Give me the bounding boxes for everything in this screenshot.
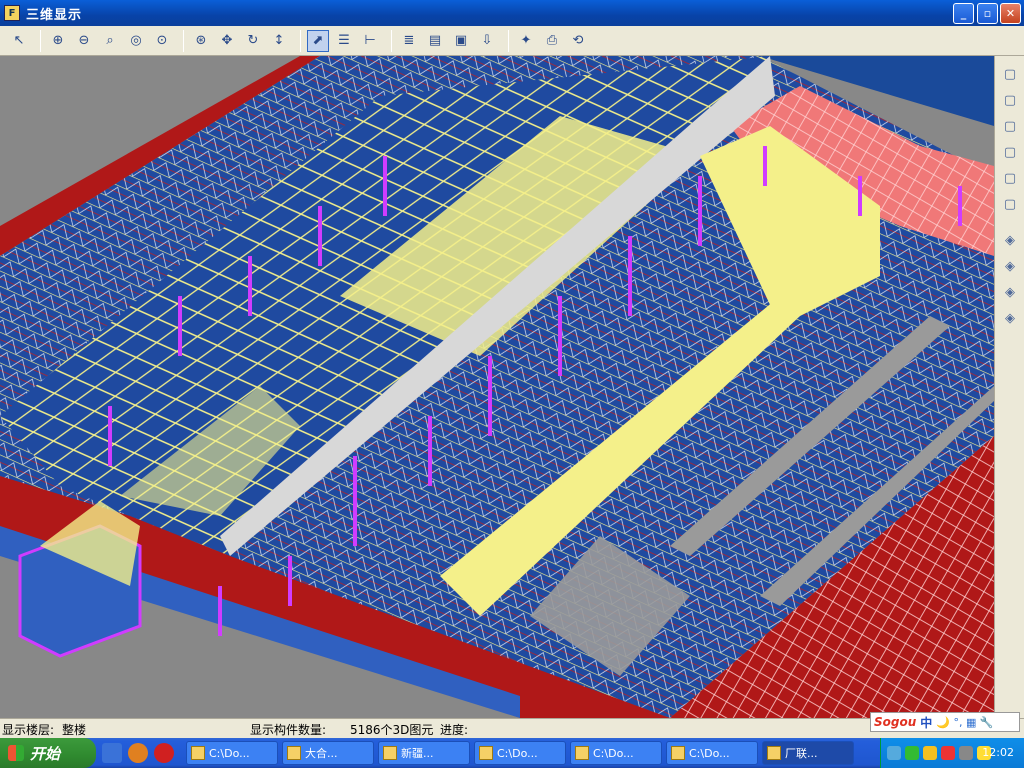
properties-icon[interactable]: ▤	[424, 30, 446, 52]
layers-icon[interactable]: ☰	[333, 30, 355, 52]
zoom-out-icon[interactable]: ⊖	[73, 30, 95, 52]
zoom-extents-icon[interactable]: ⊛	[190, 30, 212, 52]
taskbar-task[interactable]: 厂联...	[762, 741, 854, 765]
app-icon: F	[4, 5, 20, 21]
3d-viewport[interactable]	[0, 56, 994, 718]
view-right-icon[interactable]: ▢	[1000, 142, 1020, 162]
orbit-icon[interactable]: ⬈	[307, 29, 329, 52]
view-top-icon[interactable]: ▢	[1000, 64, 1020, 84]
vertical-move-icon[interactable]: ↕	[268, 30, 290, 52]
iso-nw-icon[interactable]: ◈	[1000, 308, 1020, 328]
component-count-value: 5186个3D图元	[350, 723, 434, 737]
minimize-button[interactable]: _	[953, 3, 974, 24]
tray-volume-icon[interactable]	[959, 746, 973, 760]
disabled-tool-icon[interactable]: ✦	[515, 30, 537, 52]
zoom-window-icon[interactable]: ⌕	[99, 30, 121, 52]
refresh-icon[interactable]: ⟲	[567, 30, 589, 52]
rotate-icon[interactable]: ↻	[242, 30, 264, 52]
toolbar-separator	[300, 29, 301, 52]
task-label: C:\Do...	[689, 746, 730, 760]
view-back-icon[interactable]: ▢	[1000, 168, 1020, 188]
taskbar-task[interactable]: 大合...	[282, 741, 374, 765]
taskbar-task[interactable]: C:\Do...	[474, 741, 566, 765]
task-app-icon	[575, 746, 589, 760]
view-toolbar: ▢ ▢ ▢ ▢ ▢ ▢ ◈ ◈ ◈ ◈	[994, 56, 1024, 718]
print-preview-icon[interactable]: ⎙	[541, 30, 563, 52]
zoom-previous-icon[interactable]: ◎	[125, 30, 147, 52]
display-settings-icon[interactable]: ▣	[450, 30, 472, 52]
task-label: 新疆...	[401, 747, 434, 760]
task-label: C:\Do...	[497, 746, 538, 760]
iso-se-icon[interactable]: ◈	[1000, 256, 1020, 276]
3d-model-scene[interactable]	[0, 56, 994, 718]
toolbar-separator	[40, 29, 41, 52]
window-title: 三维显示	[26, 7, 83, 23]
tray-security-icon[interactable]	[941, 746, 955, 760]
task-label: 大合...	[305, 747, 338, 760]
tray-back-icon[interactable]	[887, 746, 901, 760]
firefox-icon[interactable]	[128, 743, 148, 763]
toolbar-separator	[508, 29, 509, 52]
iso-ne-icon[interactable]: ◈	[1000, 282, 1020, 302]
progress-label: 进度:	[440, 723, 469, 737]
start-button[interactable]: 开始	[0, 738, 96, 768]
toolbar-separator	[391, 29, 392, 52]
taskbar-task[interactable]: C:\Do...	[186, 741, 278, 765]
ime-toolbar[interactable]: Sogou 中 🌙 °, ▦ 🔧	[870, 712, 1020, 732]
window-titlebar[interactable]: F 三维显示 _ ▫ ✕	[0, 0, 1024, 26]
start-label: 开始	[30, 744, 61, 763]
task-app-icon	[191, 746, 205, 760]
select-tool-icon[interactable]: ↖	[8, 30, 30, 52]
close-button[interactable]: ✕	[1000, 3, 1021, 24]
tray-qq-icon[interactable]	[923, 746, 937, 760]
maximize-button[interactable]: ▫	[977, 3, 998, 24]
task-app-icon	[671, 746, 685, 760]
show-desktop-icon[interactable]	[102, 743, 122, 763]
sogou-logo: Sogou	[874, 715, 917, 729]
tray-network-icon[interactable]	[905, 746, 919, 760]
component-count-label: 显示构件数量:	[250, 723, 327, 737]
view-bottom-icon[interactable]: ▢	[1000, 194, 1020, 214]
task-app-icon	[767, 746, 781, 760]
export-icon[interactable]: ⇩	[476, 30, 498, 52]
system-tray: 12:02	[880, 738, 1024, 768]
taskbar: 开始 C:\Do... 大合... 新疆... C:\Do... C:\Do... C:\…	[0, 738, 1024, 768]
ime-options-icon[interactable]: 🌙 °, ▦ 🔧	[936, 716, 993, 729]
iso-sw-icon[interactable]: ◈	[1000, 230, 1020, 250]
quicklaunch-app-icon[interactable]	[154, 743, 174, 763]
task-label: C:\Do...	[593, 746, 634, 760]
toolbar: ↖ ⊕ ⊖ ⌕ ◎ ⊙ ⊛ ✥ ↻ ↕ ⬈ ☰ ⊢ ≣ ▤ ▣ ⇩ ✦ ⎙ ⟲	[0, 26, 1024, 56]
view-front-icon[interactable]: ▢	[1000, 90, 1020, 110]
task-app-icon	[287, 746, 301, 760]
zoom-all-icon[interactable]: ⊙	[151, 30, 173, 52]
taskbar-task[interactable]: 新疆...	[378, 741, 470, 765]
filter-icon[interactable]: ⊢	[359, 30, 381, 52]
task-app-icon	[383, 746, 397, 760]
toolbar-separator	[183, 29, 184, 52]
floor-label: 显示楼层:	[2, 723, 55, 737]
task-label: C:\Do...	[209, 746, 250, 760]
taskbar-task[interactable]: C:\Do...	[666, 741, 758, 765]
task-app-icon	[479, 746, 493, 760]
zoom-in-icon[interactable]: ⊕	[47, 30, 69, 52]
ime-mode-toggle[interactable]: 中	[920, 714, 932, 731]
task-label: 厂联...	[785, 747, 818, 760]
list-icon[interactable]: ≣	[398, 30, 420, 52]
clock: 12:02	[982, 746, 1014, 759]
taskbar-task[interactable]: C:\Do...	[570, 741, 662, 765]
view-left-icon[interactable]: ▢	[1000, 116, 1020, 136]
pan-icon[interactable]: ✥	[216, 30, 238, 52]
floor-value: 整楼	[62, 723, 87, 737]
windows-flag-icon	[8, 745, 24, 761]
